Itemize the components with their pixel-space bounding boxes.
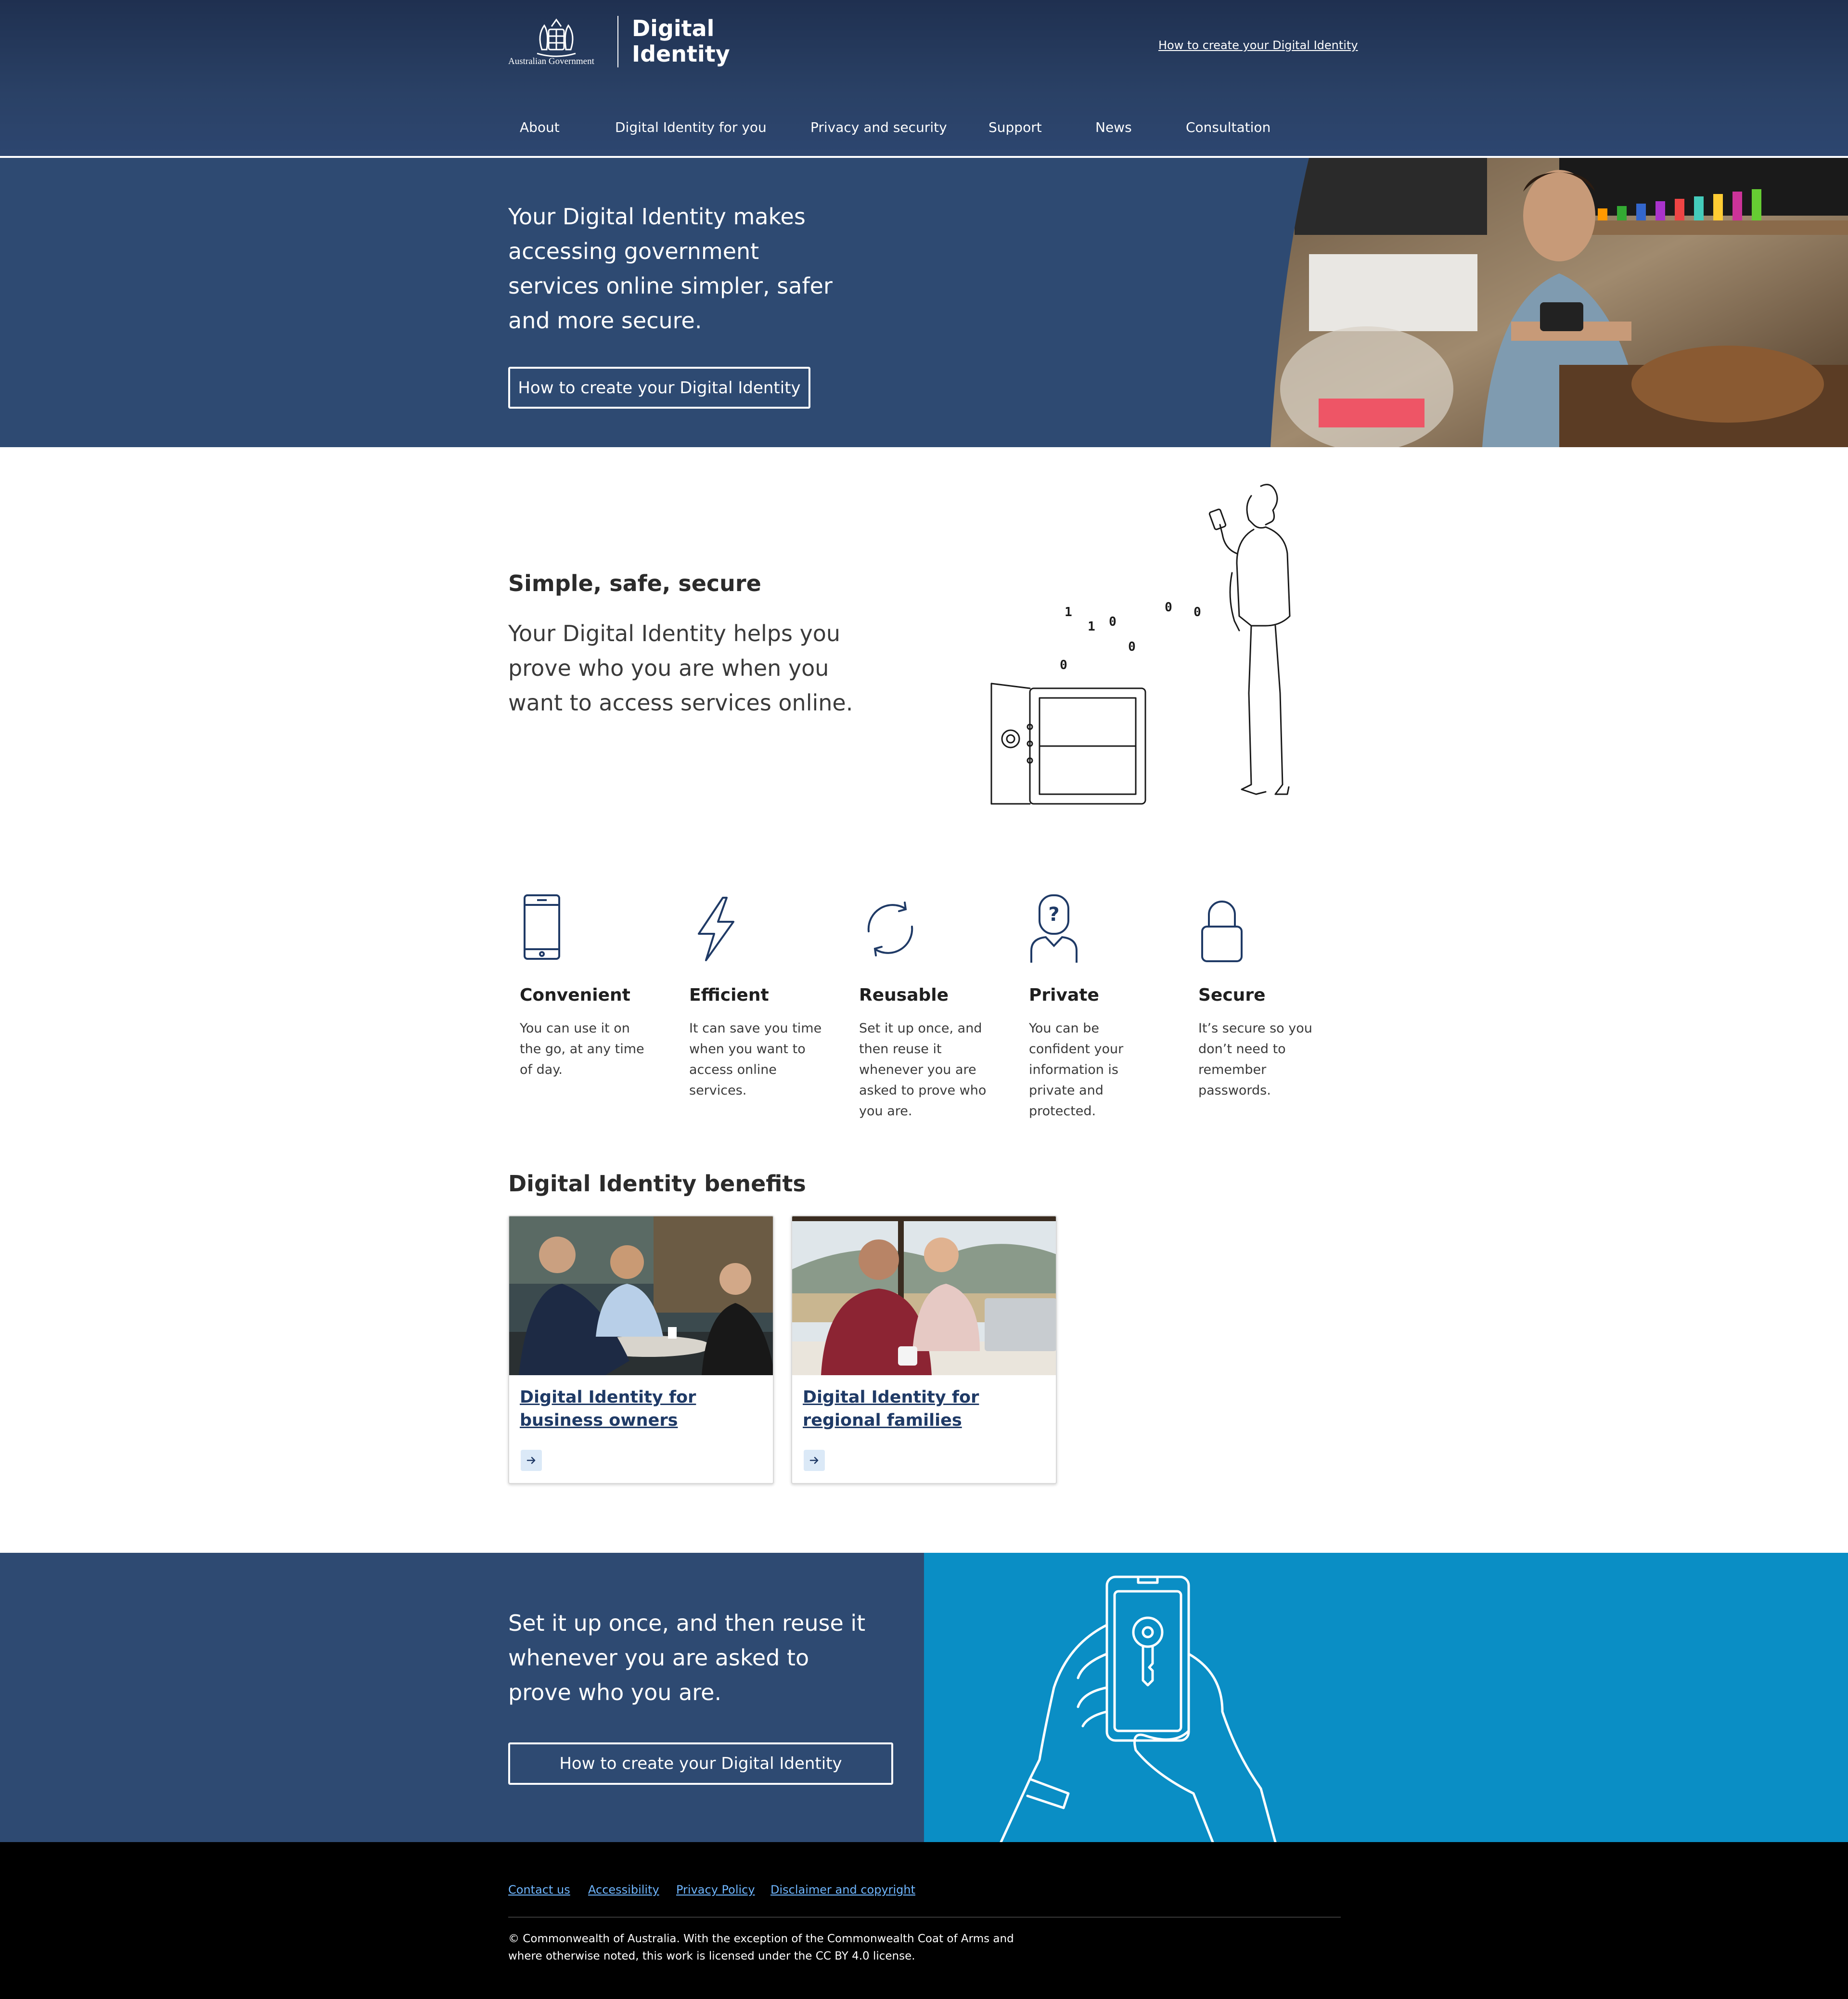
cta-illustration-panel xyxy=(924,1553,1848,1842)
binary-digit: 0 xyxy=(1128,640,1136,654)
site-header: Australian Government Digital Identity H… xyxy=(0,0,1848,158)
hero-heading: Your Digital Identity makes accessing go… xyxy=(508,204,833,334)
benefit-card-regional-families[interactable]: Digital Identity for regional families xyxy=(791,1215,1057,1484)
business-meeting-photo xyxy=(509,1216,773,1375)
intro-body: Your Digital Identity helps you prove wh… xyxy=(508,620,853,716)
feature-text: Set it up once, and then reuse it whenev… xyxy=(859,1021,987,1119)
feature-secure: Secure It’s secure so you don’t need to … xyxy=(1198,893,1343,1098)
person-with-safe-illustration: 1 1 0 0 0 0 0 xyxy=(990,484,1291,805)
hero-create-identity-button[interactable]: How to create your Digital Identity xyxy=(508,367,810,409)
lock-icon xyxy=(1201,901,1243,962)
feature-efficient: Efficient It can save you time when you … xyxy=(689,893,834,1098)
benefits-title: Digital Identity benefits xyxy=(508,1171,806,1197)
feature-text: You can be confident your information is… xyxy=(1029,1021,1124,1119)
footer-link-accessibility[interactable]: Accessibility xyxy=(588,1883,659,1896)
footer-link-privacy-policy[interactable]: Privacy Policy xyxy=(676,1883,755,1896)
nav-item-about[interactable]: About xyxy=(520,119,560,135)
feature-text: It’s secure so you don’t need to remembe… xyxy=(1198,1021,1312,1098)
arrow-right-icon[interactable] xyxy=(804,1450,825,1471)
footer-link-disclaimer[interactable]: Disclaimer and copyright xyxy=(770,1883,915,1896)
arrow-right-icon[interactable] xyxy=(521,1450,542,1471)
nav-item-support[interactable]: Support xyxy=(988,119,1042,135)
cta-heading: Set it up once, and then reuse it whenev… xyxy=(508,1610,866,1705)
refresh-icon xyxy=(867,902,913,956)
footer-link-contact-us[interactable]: Contact us xyxy=(508,1883,570,1896)
intro-title: Simple, safe, secure xyxy=(508,570,761,596)
lightning-icon xyxy=(698,897,734,961)
nav-item-news[interactable]: News xyxy=(1095,119,1132,135)
feature-title: Private xyxy=(1029,985,1099,1005)
benefit-card-title[interactable]: Digital Identity for business owners xyxy=(520,1386,760,1432)
australian-government-text: Australian Government xyxy=(508,56,594,66)
feature-reusable: Reusable Set it up once, and then reuse … xyxy=(859,893,1003,1119)
benefit-card-business[interactable]: Digital Identity for business owners xyxy=(508,1215,774,1484)
nav-item-consultation[interactable]: Consultation xyxy=(1186,119,1270,135)
cta-create-identity-button[interactable]: How to create your Digital Identity xyxy=(508,1742,893,1785)
nav-item-digital-identity-for-you[interactable]: Digital Identity for you xyxy=(615,119,767,135)
brand-line-1: Digital xyxy=(632,15,715,41)
feature-convenient: Convenient You can use it on the go, at … xyxy=(520,893,664,1077)
brand-logo[interactable]: Digital Identity xyxy=(632,16,730,67)
binary-digit: 0 xyxy=(1109,615,1116,629)
feature-text: You can use it on the go, at any time of… xyxy=(520,1021,644,1077)
site-footer xyxy=(0,1842,1848,1999)
header-create-identity-link[interactable]: How to create your Digital Identity xyxy=(1158,39,1358,52)
footer-divider xyxy=(508,1917,1341,1918)
feature-title: Convenient xyxy=(520,985,630,1005)
binary-digit: 1 xyxy=(1065,605,1072,619)
binary-digit: 1 xyxy=(1088,619,1095,634)
benefit-card-title[interactable]: Digital Identity for regional families xyxy=(803,1386,1043,1432)
phone-icon xyxy=(524,894,560,960)
brand-line-2: Identity xyxy=(632,41,730,67)
feature-title: Secure xyxy=(1198,985,1266,1005)
nav-item-privacy-and-security[interactable]: Privacy and security xyxy=(810,119,947,135)
feature-text: It can save you time when you want to ac… xyxy=(689,1021,822,1098)
logo-divider xyxy=(617,16,618,67)
question-mark-glyph: ? xyxy=(1048,903,1059,926)
hands-holding-phone-illustration xyxy=(1000,1575,1277,1842)
feature-title: Reusable xyxy=(859,985,949,1005)
binary-digit: 0 xyxy=(1165,600,1172,615)
cafe-owner-photo xyxy=(1270,158,1848,447)
hero-banner: Your Digital Identity makes accessing go… xyxy=(0,158,1848,447)
binary-digit: 0 xyxy=(1060,658,1067,672)
feature-title: Efficient xyxy=(689,985,769,1005)
feature-private: ? Private You can be confident your info… xyxy=(1029,893,1173,1119)
regional-couple-photo xyxy=(792,1216,1056,1375)
binary-digit: 0 xyxy=(1194,605,1201,619)
user-question-icon: ? xyxy=(1030,894,1078,963)
copyright-text: © Commonwealth of Australia. With the ex… xyxy=(508,1933,1014,1962)
